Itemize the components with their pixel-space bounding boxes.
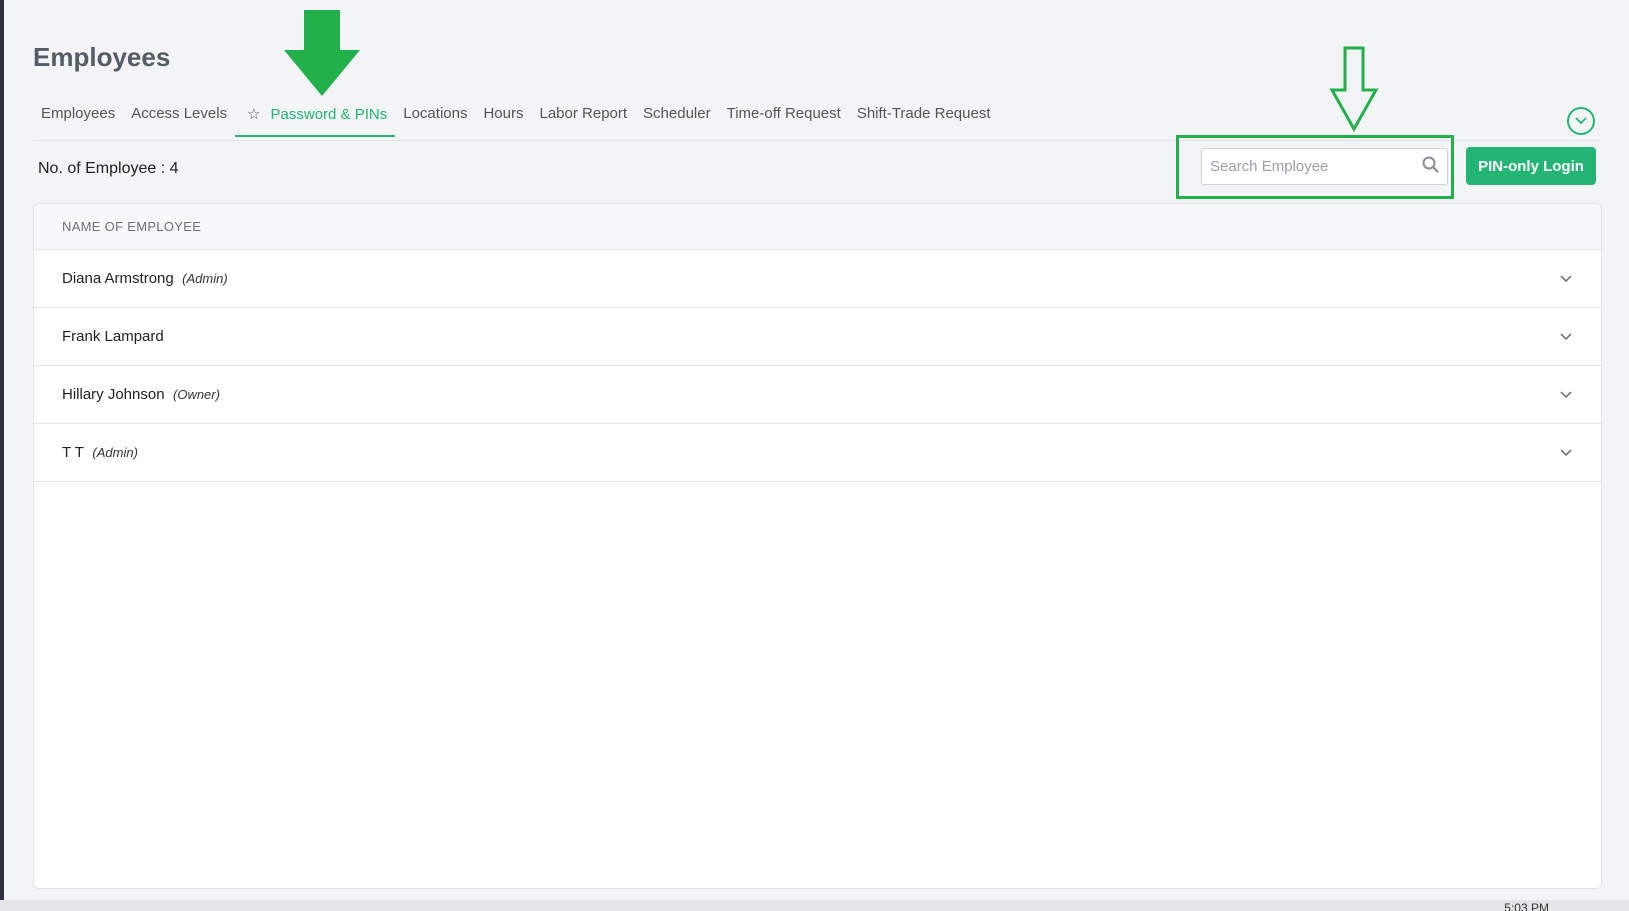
table-row[interactable]: Frank Lampard (34, 308, 1601, 366)
chevron-down-icon[interactable] (1559, 270, 1573, 288)
tab-bar: Employees Access Levels ☆ Password & PIN… (33, 100, 999, 140)
employee-name: Hillary Johnson (62, 385, 165, 403)
tab-password-pins[interactable]: ☆ Password & PINs (235, 100, 396, 137)
arrow-down-annotation (284, 10, 360, 96)
taskbar-strip (0, 900, 1629, 911)
table-row[interactable]: Diana Armstrong (Admin) (34, 250, 1601, 308)
search-highlight-annotation (1176, 135, 1454, 199)
employee-name: Frank Lampard (62, 327, 164, 345)
tab-access-levels[interactable]: Access Levels (123, 100, 235, 136)
tab-password-pins-label: Password & PINs (270, 105, 388, 123)
table-row[interactable]: Hillary Johnson (Owner) (34, 366, 1601, 424)
tab-labor-report[interactable]: Labor Report (531, 100, 635, 136)
employee-name: T T (62, 443, 84, 461)
tab-employees[interactable]: Employees (33, 100, 123, 136)
tab-hours[interactable]: Hours (475, 100, 531, 136)
pin-only-login-button[interactable]: PIN-only Login (1466, 147, 1596, 185)
chevron-down-icon[interactable] (1559, 328, 1573, 346)
tab-time-off-request[interactable]: Time-off Request (719, 100, 849, 136)
tab-shift-trade-request[interactable]: Shift-Trade Request (849, 100, 999, 136)
star-icon[interactable]: ☆ (247, 105, 260, 123)
tab-locations[interactable]: Locations (395, 100, 475, 136)
employee-count: No. of Employee : 4 (38, 160, 179, 177)
tab-scheduler[interactable]: Scheduler (635, 100, 719, 136)
employee-role: (Admin) (182, 270, 228, 286)
table-row[interactable]: T T (Admin) (34, 424, 1601, 482)
employee-role: (Admin) (92, 444, 138, 460)
arrow-down-annotation (1329, 46, 1379, 132)
chevron-down-icon[interactable] (1559, 444, 1573, 462)
employee-table: NAME OF EMPLOYEE Diana Armstrong (Admin)… (33, 203, 1602, 889)
chevron-down-icon[interactable] (1559, 386, 1573, 404)
table-header-name: NAME OF EMPLOYEE (34, 204, 1601, 250)
window-left-edge (0, 0, 4, 911)
employee-name: Diana Armstrong (62, 269, 174, 287)
page-title: Employees (33, 42, 171, 72)
employee-role: (Owner) (173, 386, 220, 402)
taskbar-clock: 5:03 PM (1504, 901, 1549, 911)
collapse-toggle-icon[interactable] (1567, 107, 1595, 135)
